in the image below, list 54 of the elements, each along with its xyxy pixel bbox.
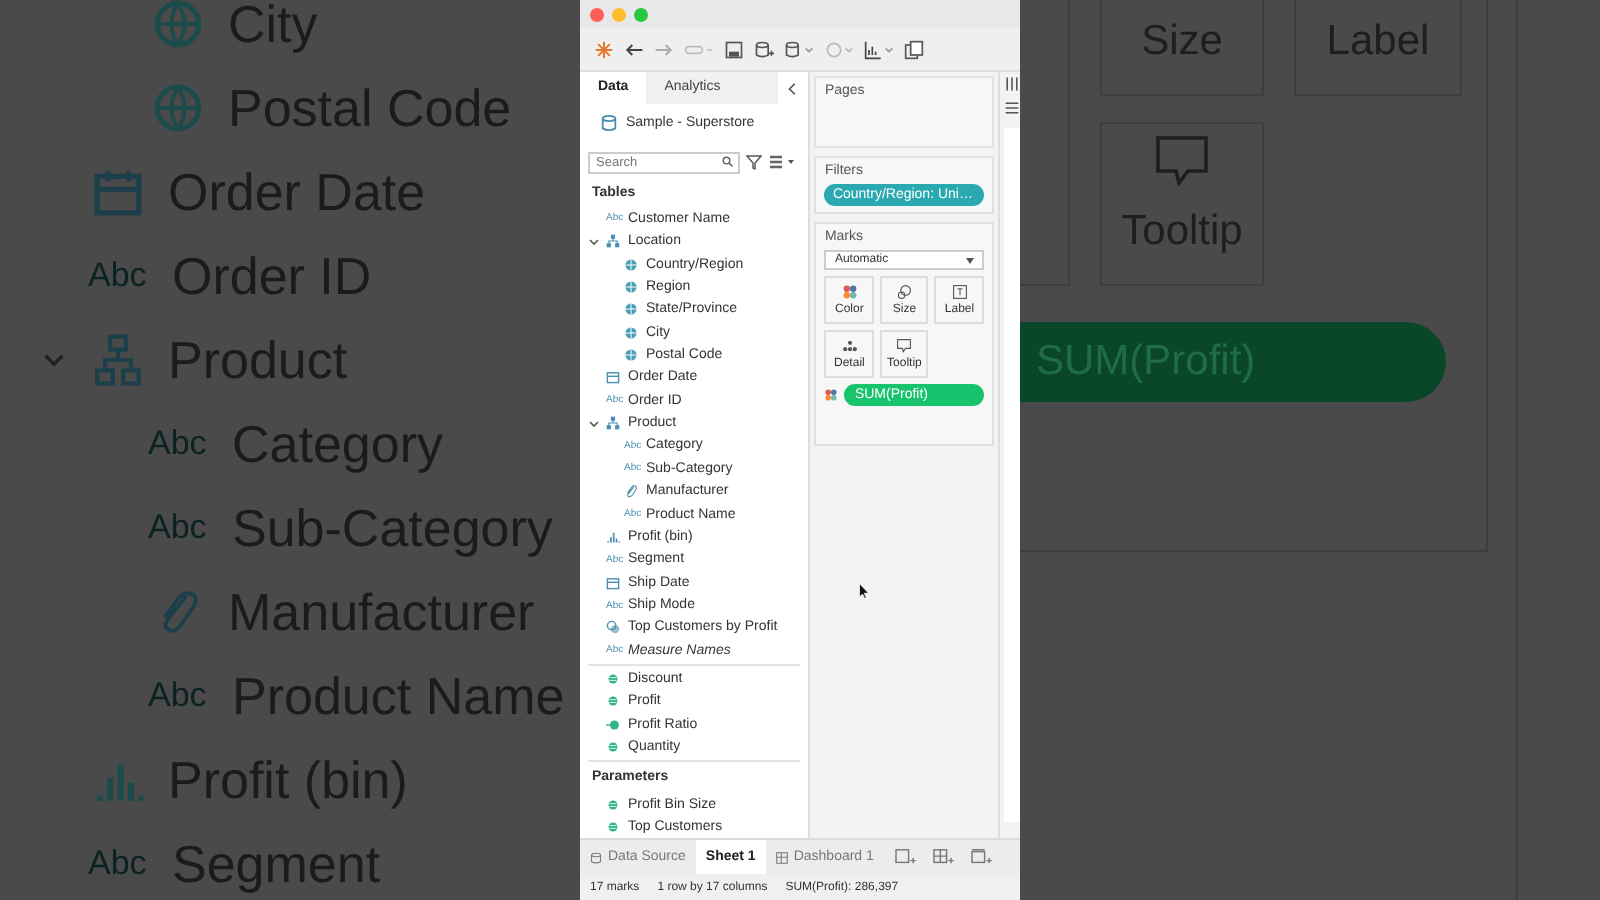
color-dots-icon xyxy=(841,284,858,300)
calendar-icon xyxy=(606,370,620,385)
measure-icon xyxy=(606,694,620,709)
hierarchy-icon xyxy=(606,416,620,431)
filter-icon[interactable] xyxy=(746,154,762,171)
chevron-icon[interactable] xyxy=(588,417,600,430)
globe-icon xyxy=(624,279,638,294)
logo-icon[interactable] xyxy=(594,39,614,59)
text-label-icon xyxy=(951,284,968,300)
new-story-icon[interactable] xyxy=(965,848,992,866)
text-type-icon: Abc xyxy=(148,508,212,548)
globe-icon xyxy=(624,325,638,340)
calculated-measure-icon xyxy=(606,717,620,732)
dots-icon xyxy=(841,338,858,354)
hierarchy-icon xyxy=(606,234,620,249)
calendar-icon xyxy=(92,166,144,218)
chevron-icon[interactable] xyxy=(588,235,600,248)
save-icon[interactable] xyxy=(724,39,744,59)
rows-shelf-icon xyxy=(1004,100,1020,116)
new-sheet-icon[interactable] xyxy=(864,39,894,59)
new-datasource-icon[interactable] xyxy=(754,39,774,59)
speech-bubble-icon xyxy=(1152,132,1212,192)
bar-chart-icon xyxy=(606,529,620,544)
globe-icon xyxy=(624,302,638,317)
measure-icon xyxy=(606,672,620,687)
color-encoding-icon xyxy=(824,388,839,402)
circles-icon xyxy=(896,284,913,300)
paperclip-icon xyxy=(624,484,638,499)
text-type-icon: Abc xyxy=(148,424,212,464)
text-type-icon: Abc xyxy=(88,256,152,296)
grid-icon xyxy=(775,851,788,863)
hierarchy-icon xyxy=(92,334,144,386)
back-arrow-icon[interactable] xyxy=(624,39,644,59)
database-icon xyxy=(590,851,602,863)
collapse-icon[interactable] xyxy=(786,81,801,95)
calendar-icon xyxy=(606,575,620,590)
database-icon xyxy=(600,114,618,133)
globe-icon xyxy=(152,82,204,134)
search-icon[interactable] xyxy=(722,156,734,169)
view-options-icon[interactable] xyxy=(768,154,796,171)
text-type-icon: Abc xyxy=(88,844,152,884)
speech-bubble-icon xyxy=(896,338,913,354)
columns-shelf-icon xyxy=(1004,76,1020,92)
new-dashboard-icon[interactable] xyxy=(927,848,954,866)
globe-icon xyxy=(152,0,204,50)
mouse-cursor-icon xyxy=(858,582,871,600)
duplicate-sheet-icon[interactable] xyxy=(904,39,924,59)
text-type-icon: Abc xyxy=(148,676,212,716)
parameter-icon xyxy=(606,797,620,812)
measure-icon xyxy=(606,740,620,755)
new-worksheet-icon[interactable] xyxy=(889,848,916,866)
set-icon xyxy=(606,620,620,635)
globe-icon xyxy=(624,257,638,272)
globe-icon xyxy=(624,348,638,363)
